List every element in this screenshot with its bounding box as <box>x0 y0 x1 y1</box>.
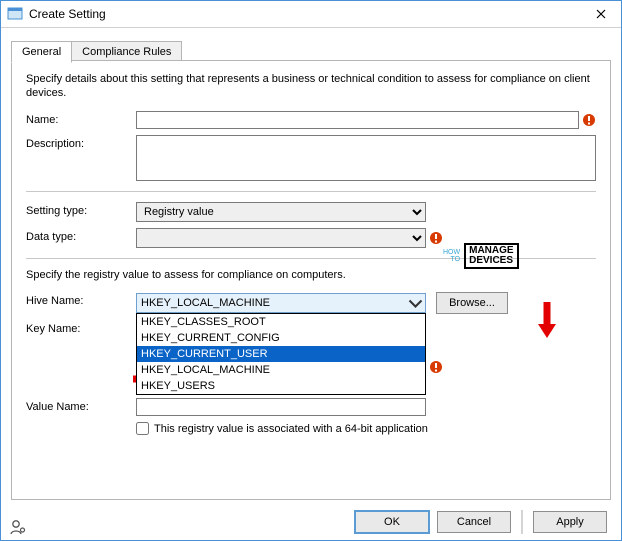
label-data-type: Data type: <box>26 228 136 243</box>
registry-intro: Specify the registry value to assess for… <box>26 269 596 283</box>
create-setting-window: Create Setting General Compliance Rules … <box>0 0 622 541</box>
hive-option[interactable]: HKEY_LOCAL_MACHINE <box>137 362 425 378</box>
chevron-down-icon <box>408 296 423 311</box>
hive-option[interactable]: HKEY_USERS <box>137 378 425 394</box>
titlebar: Create Setting <box>1 1 621 28</box>
label-setting-type: Setting type: <box>26 202 136 217</box>
required-icon <box>429 231 443 245</box>
required-icon <box>429 360 443 374</box>
intro-text: Specify details about this setting that … <box>26 73 596 101</box>
tab-general[interactable]: General <box>11 41 72 63</box>
hive-selected: HKEY_LOCAL_MACHINE <box>141 297 270 309</box>
cancel-button[interactable]: Cancel <box>437 511 511 533</box>
name-input[interactable] <box>136 111 579 129</box>
value-input[interactable] <box>136 398 426 416</box>
label-description: Description: <box>26 135 136 150</box>
app-icon <box>7 6 23 22</box>
label-hive: Hive Name: <box>26 292 136 307</box>
hive-option[interactable]: HKEY_CLASSES_ROOT <box>137 314 425 330</box>
setting-type-select[interactable]: Registry value <box>136 202 426 222</box>
watermark: HOW TO MANAGE DEVICES <box>443 243 519 269</box>
dialog-buttons: OK Cancel Apply <box>355 510 607 534</box>
label-key: Key Name: <box>26 320 136 335</box>
hive-combo[interactable]: HKEY_LOCAL_MACHINE HKEY_CLASSES_ROOT HKE… <box>136 293 426 313</box>
window-title: Create Setting <box>29 7 106 21</box>
ok-button[interactable]: OK <box>355 511 429 533</box>
hive-option[interactable]: HKEY_CURRENT_USER <box>137 346 425 362</box>
64bit-label: This registry value is associated with a… <box>154 423 428 435</box>
client-area: General Compliance Rules Specify details… <box>1 27 621 540</box>
hive-option[interactable]: HKEY_CURRENT_CONFIG <box>137 330 425 346</box>
data-type-select[interactable] <box>136 228 426 248</box>
browse-button[interactable]: Browse... <box>436 292 508 314</box>
tabpanel-general: Specify details about this setting that … <box>11 60 611 500</box>
separator <box>26 191 596 192</box>
persona-icon <box>9 518 27 536</box>
close-button[interactable] <box>581 1 621 27</box>
label-value: Value Name: <box>26 398 136 413</box>
apply-button[interactable]: Apply <box>533 511 607 533</box>
label-name: Name: <box>26 111 136 126</box>
hive-dropdown-list: HKEY_CLASSES_ROOT HKEY_CURRENT_CONFIG HK… <box>136 313 426 395</box>
64bit-checkbox[interactable] <box>136 422 149 435</box>
description-input[interactable] <box>136 135 596 181</box>
required-icon <box>582 113 596 127</box>
